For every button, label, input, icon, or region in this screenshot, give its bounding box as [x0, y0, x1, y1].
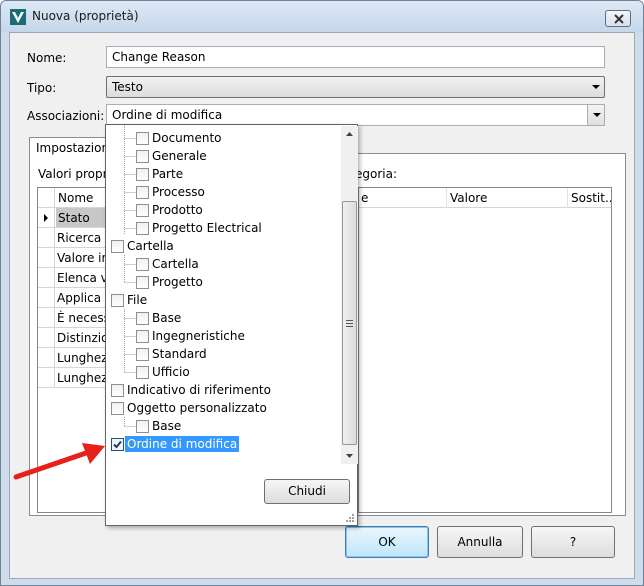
- table-row[interactable]: Ricerca d: [38, 228, 108, 248]
- scroll-up-icon: [346, 132, 353, 136]
- associations-select[interactable]: Ordine di modifica: [106, 104, 605, 126]
- checkbox[interactable]: [136, 168, 149, 181]
- resize-grip-icon[interactable]: [345, 513, 354, 522]
- tab-settings[interactable]: Impostazioni: [29, 137, 113, 156]
- table-row[interactable]: Lunghezz: [38, 368, 108, 388]
- ok-button[interactable]: OK: [345, 526, 429, 558]
- associations-select-value: Ordine di modifica: [112, 108, 223, 122]
- type-select[interactable]: Testo: [106, 76, 605, 98]
- checkbox[interactable]: [111, 294, 124, 307]
- column-header-category[interactable]: e: [361, 191, 368, 205]
- checkbox[interactable]: [111, 240, 124, 253]
- column-header-name: Nome: [58, 191, 94, 205]
- column-header-value[interactable]: Valore: [450, 191, 487, 205]
- table-row[interactable]: Distinzio: [38, 328, 108, 348]
- close-dropdown-button[interactable]: Chiudi: [264, 479, 350, 504]
- checkbox[interactable]: [136, 186, 149, 199]
- red-arrow-annotation: [13, 443, 105, 480]
- checkbox[interactable]: [136, 420, 149, 433]
- window-title: Nuova (proprietà): [32, 9, 139, 23]
- grip-lines-icon: [346, 320, 353, 327]
- associations-label: Associazioni:: [27, 109, 105, 123]
- table-row[interactable]: Valore ini: [38, 248, 108, 268]
- checkbox[interactable]: [136, 276, 149, 289]
- name-label: Nome:: [27, 51, 67, 65]
- checkbox[interactable]: [136, 222, 149, 235]
- type-label: Tipo:: [27, 81, 57, 95]
- category-label: egoria:: [355, 167, 398, 181]
- type-select-value: Testo: [112, 80, 143, 94]
- checkbox[interactable]: [136, 150, 149, 163]
- table-row[interactable]: Elenca va: [38, 268, 108, 288]
- dropdown-scrollbar[interactable]: [341, 126, 358, 464]
- checkbox[interactable]: [111, 384, 124, 397]
- chevron-down-icon: [587, 77, 604, 97]
- checkbox[interactable]: [136, 348, 149, 361]
- title-bar[interactable]: Nuova (proprietà): [1, 1, 643, 32]
- column-header-substitute[interactable]: Sostit...: [571, 191, 611, 205]
- name-field[interactable]: Change Reason: [106, 46, 605, 68]
- table-row[interactable]: Stato: [38, 208, 108, 228]
- category-grid: e Valore Sostit...: [358, 187, 612, 513]
- checkbox[interactable]: [136, 330, 149, 343]
- scroll-down-button[interactable]: [341, 447, 358, 464]
- associations-dropdown: Documento Generale Parte Processo Prodot…: [105, 124, 358, 526]
- table-row[interactable]: Applica e: [38, 288, 108, 308]
- scroll-thumb[interactable]: [342, 201, 357, 445]
- checkbox[interactable]: [136, 204, 149, 217]
- checkbox-checked[interactable]: [111, 438, 124, 451]
- scroll-down-icon: [346, 454, 353, 458]
- scroll-up-button[interactable]: [341, 126, 358, 143]
- help-button[interactable]: ?: [531, 526, 615, 558]
- chevron-down-icon: [587, 105, 604, 125]
- close-icon: [614, 14, 624, 24]
- checkbox[interactable]: [111, 402, 124, 415]
- window-close-button[interactable]: [605, 10, 631, 27]
- checkbox[interactable]: [136, 132, 149, 145]
- table-row[interactable]: Lunghezz: [38, 348, 108, 368]
- cancel-button[interactable]: Annulla: [437, 526, 523, 558]
- checkbox[interactable]: [136, 258, 149, 271]
- grid-header: e Valore Sostit...: [359, 188, 611, 208]
- row-pointer-icon: [44, 214, 48, 222]
- table-row[interactable]: È necessa: [38, 308, 108, 328]
- checkbox[interactable]: [136, 366, 149, 379]
- checkbox[interactable]: [136, 312, 149, 325]
- grid-header: Nome: [38, 188, 108, 208]
- check-icon: [113, 440, 122, 449]
- associations-tree: Documento Generale Parte Processo Prodot…: [106, 125, 340, 465]
- app-logo-icon: [10, 9, 26, 25]
- values-label: Valori propri: [38, 167, 111, 181]
